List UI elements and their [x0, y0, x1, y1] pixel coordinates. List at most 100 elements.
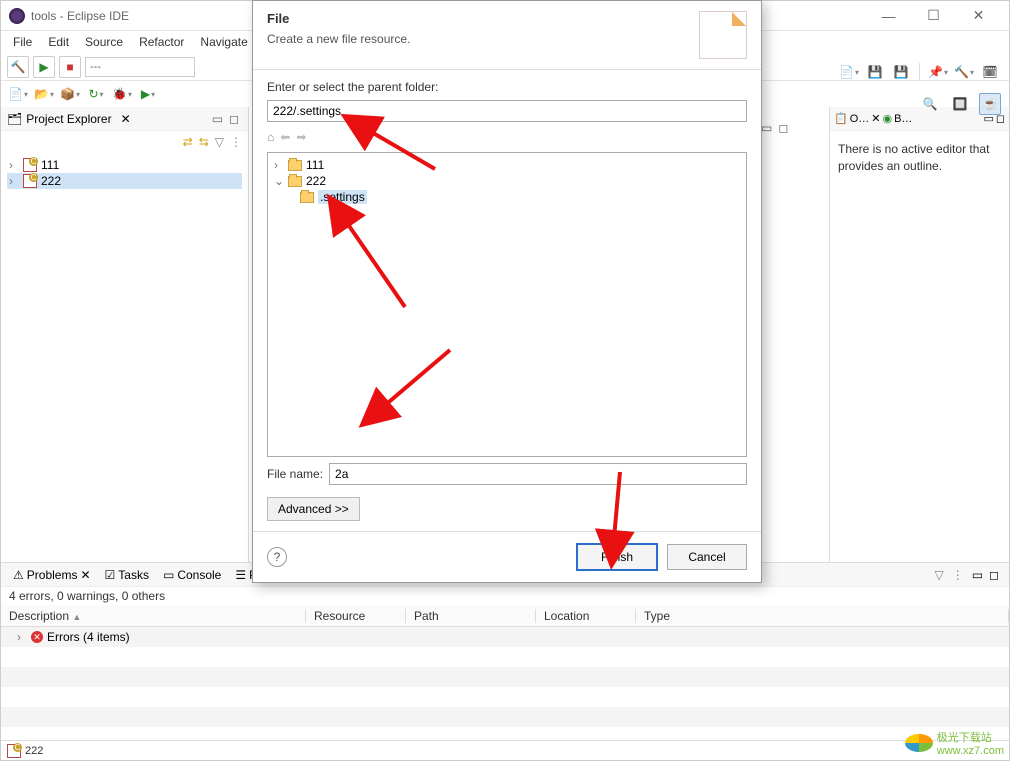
java-perspective-icon[interactable]: ☕ — [979, 93, 1001, 115]
maximize-button[interactable]: ☐ — [911, 1, 956, 31]
problems-summary: 4 errors, 0 warnings, 0 others — [1, 587, 1009, 605]
project-explorer-toolbar: ⇄ ⇆ ▽ ⋮ — [1, 131, 248, 153]
collapse-all-icon[interactable]: ⇄ — [183, 135, 193, 149]
problems-error-group[interactable]: ›✕Errors (4 items) — [1, 627, 1009, 647]
menu-refactor[interactable]: Refactor — [133, 33, 190, 51]
search-icon[interactable]: 🔍 — [919, 93, 941, 115]
link-editor-icon[interactable]: ⇆ — [199, 135, 209, 149]
finish-button[interactable]: Finish — [577, 544, 657, 570]
build-icon-2[interactable]: 🔨▾ — [953, 61, 975, 83]
calendar-icon[interactable]: 🗓 — [979, 61, 1001, 83]
folder-tree[interactable]: › 111 ⌄ 222 .settings — [267, 152, 747, 457]
expand-icon[interactable]: › — [17, 630, 27, 644]
pane-minimize-icon[interactable]: ▭ — [209, 112, 226, 126]
project-icon — [7, 744, 21, 758]
eclipse-icon — [9, 8, 25, 24]
tree-item-222[interactable]: ⌄ 222 — [272, 173, 742, 189]
table-row — [1, 667, 1009, 687]
pane-maximize-icon[interactable]: ◻ — [985, 568, 1003, 582]
minimize-button[interactable]: — — [866, 1, 911, 31]
right-toolbar: 📄▾ 💾 💾 📌▾ 🔨▾ 🗓 — [838, 61, 1001, 83]
save-all-icon[interactable]: 💾 — [890, 61, 912, 83]
pane-minimize-icon[interactable]: ▭ — [972, 568, 983, 582]
parent-folder-label: Enter or select the parent folder: — [267, 80, 747, 94]
new-icon[interactable]: 📄▾ — [7, 83, 29, 105]
breakpoints-tab[interactable]: B… — [894, 113, 912, 125]
forward-icon[interactable]: ➡ — [296, 130, 306, 144]
help-icon[interactable]: ? — [267, 547, 287, 567]
save-icon[interactable]: 💾 — [864, 61, 886, 83]
menu-source[interactable]: Source — [79, 33, 129, 51]
filter-icon[interactable]: ▽ — [215, 135, 224, 149]
col-description[interactable]: Description ▲ — [1, 609, 306, 623]
back-icon[interactable]: ⬅ — [280, 130, 290, 144]
outline-tab[interactable]: O… — [850, 113, 870, 125]
problems-icon: ⚠ — [13, 568, 24, 582]
filename-input[interactable] — [329, 463, 747, 485]
tree-item-settings[interactable]: .settings — [272, 189, 742, 205]
col-resource[interactable]: Resource — [306, 609, 406, 623]
expand-icon[interactable]: › — [9, 158, 19, 172]
col-type[interactable]: Type — [636, 609, 1009, 623]
expand-icon[interactable]: › — [274, 158, 284, 172]
tree-label: 111 — [306, 158, 324, 172]
coverage-icon[interactable]: ↻▾ — [85, 83, 107, 105]
statusbar-project: 222 — [25, 745, 43, 757]
problems-rows[interactable]: ›✕Errors (4 items) — [1, 627, 1009, 727]
col-path[interactable]: Path — [406, 609, 536, 623]
table-row — [1, 647, 1009, 667]
run-dropdown-icon[interactable]: ▶▾ — [137, 83, 159, 105]
problems-tab-label: Problems — [27, 568, 78, 582]
perspective-icon[interactable]: 🔲 — [949, 93, 971, 115]
view-menu-icon[interactable]: ⋮ — [230, 135, 242, 149]
pin-icon[interactable]: 📌▾ — [927, 61, 949, 83]
col-location[interactable]: Location — [536, 609, 636, 623]
advanced-button[interactable]: Advanced >> — [267, 497, 360, 521]
project-explorer-title: Project Explorer — [26, 112, 111, 126]
home-icon[interactable]: ⌂ — [267, 130, 274, 144]
new-file-icon[interactable]: 📄▾ — [838, 61, 860, 83]
project-item-111[interactable]: › 111 — [7, 157, 242, 173]
debug-icon[interactable]: 🐞▾ — [111, 83, 133, 105]
console-tab-label: Console — [177, 568, 221, 582]
expand-icon[interactable]: › — [9, 174, 19, 188]
menu-edit[interactable]: Edit — [42, 33, 75, 51]
menu-file[interactable]: File — [7, 33, 38, 51]
collapse-icon[interactable]: ⌄ — [274, 174, 284, 188]
package-icon[interactable]: 📦▾ — [59, 83, 81, 105]
watermark-text-2: www.xz7.com — [937, 745, 1004, 757]
outline-message: There is no active editor that provides … — [830, 131, 1009, 185]
run-icon[interactable]: ▶ — [33, 56, 55, 78]
project-explorer-close-icon[interactable]: ✕ — [118, 112, 134, 126]
outline-tab-close-icon[interactable]: ✕ — [871, 112, 880, 125]
project-item-222[interactable]: › 222 — [7, 173, 242, 189]
pane-maximize-icon[interactable]: ◻ — [226, 112, 242, 126]
cancel-button[interactable]: Cancel — [667, 544, 747, 570]
breakpoints-tab-icon: ◉ — [882, 112, 892, 125]
editor-minimize-icon[interactable]: ▭ — [761, 121, 772, 135]
properties-icon: ☰ — [235, 568, 246, 582]
project-icon — [23, 158, 37, 172]
filter-icon[interactable]: ▽ — [934, 568, 943, 582]
editor-maximize-icon[interactable]: ◻ — [778, 121, 788, 135]
close-button[interactable]: ✕ — [956, 1, 1001, 31]
toolbar-text-field[interactable]: --- — [85, 57, 195, 77]
open-type-icon[interactable]: 📂▾ — [33, 83, 55, 105]
build-icon[interactable]: 🔨 — [7, 56, 29, 78]
menu-navigate[interactable]: Navigate — [194, 33, 253, 51]
tasks-tab-label: Tasks — [118, 568, 149, 582]
tasks-tab[interactable]: ☑Tasks — [99, 566, 155, 584]
dialog-header: File Create a new file resource. — [253, 1, 761, 70]
problems-tab[interactable]: ⚠Problems✕ — [7, 566, 97, 584]
problems-columns: Description ▲ Resource Path Location Typ… — [1, 605, 1009, 627]
toolbar-separator — [919, 63, 920, 81]
console-icon: ▭ — [163, 568, 174, 582]
console-tab[interactable]: ▭Console — [157, 566, 227, 584]
view-menu-icon[interactable]: ⋮ — [946, 568, 970, 582]
stop-icon[interactable]: ■ — [59, 56, 81, 78]
project-tree[interactable]: › 111 › 222 — [1, 153, 248, 193]
table-row — [1, 687, 1009, 707]
parent-folder-input[interactable] — [267, 100, 747, 122]
tree-item-111[interactable]: › 111 — [272, 157, 742, 173]
problems-close-icon[interactable]: ✕ — [80, 568, 90, 582]
